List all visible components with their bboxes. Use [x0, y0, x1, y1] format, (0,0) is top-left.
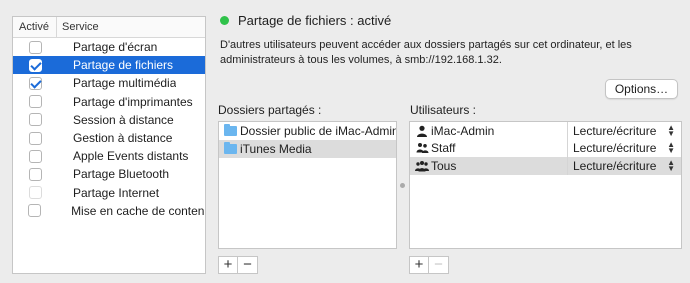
sharing-description: D'autres utilisateurs peuvent accéder au…	[220, 39, 632, 66]
services-table-header: Activé Service	[13, 17, 205, 38]
service-label: Partage Internet	[73, 185, 160, 200]
services-table: Activé Service Partage d'écran Partage de…	[12, 16, 206, 274]
services-list: Partage d'écran Partage de fichiers Partag…	[13, 38, 205, 220]
folder-icon	[224, 142, 237, 154]
service-checkbox-cell	[13, 131, 57, 145]
service-row[interactable]: Partage Bluetooth	[13, 165, 205, 183]
service-label: Gestion à distance	[73, 131, 173, 146]
permission-value: Lecture/écriture	[573, 141, 657, 156]
service-checkbox-cell	[13, 40, 57, 54]
shared-folder-label: Dossier public de iMac-Admin	[240, 124, 396, 138]
service-checkbox[interactable]	[28, 167, 42, 181]
service-row[interactable]: Partage d'écran	[13, 38, 205, 56]
add-folder-button[interactable]: +	[219, 257, 239, 273]
status-indicator	[220, 16, 229, 25]
service-label: Apple Events distants	[73, 149, 189, 164]
service-checkbox-cell	[13, 204, 55, 218]
service-checkbox[interactable]	[28, 113, 42, 127]
service-checkbox[interactable]	[28, 131, 42, 145]
everyone-icon	[415, 160, 429, 172]
user-row[interactable]: Tous Lecture/écriture ▲ ▼	[410, 157, 681, 175]
service-row[interactable]: Mise en cache de contenu	[13, 202, 205, 220]
public-folder-icon	[224, 124, 237, 136]
service-checkbox[interactable]	[28, 95, 42, 109]
shared-folder-row[interactable]: Dossier public de iMac-Admin	[219, 122, 396, 140]
service-label: Partage d'imprimantes	[73, 94, 193, 109]
service-checkbox-cell	[13, 76, 57, 90]
service-checkbox-cell	[13, 167, 57, 181]
shared-folder-row[interactable]: iTunes Media	[219, 140, 396, 158]
service-checkbox[interactable]	[27, 204, 41, 218]
permission-popup[interactable]: Lecture/écriture ▲ ▼	[568, 140, 681, 156]
permission-popup[interactable]: Lecture/écriture ▲ ▼	[568, 157, 681, 173]
user-icon	[415, 125, 429, 137]
service-checkbox[interactable]	[28, 149, 42, 163]
chevron-updown-icon: ▲ ▼	[667, 140, 675, 156]
service-checkbox-cell	[13, 58, 57, 72]
user-name: Staff	[431, 141, 456, 156]
user-row[interactable]: Staff Lecture/écriture ▲ ▼	[410, 139, 681, 157]
shared-folder-label: iTunes Media	[240, 142, 312, 156]
remove-user-button[interactable]: −	[429, 257, 448, 273]
chevron-updown-icon: ▲ ▼	[667, 122, 675, 138]
service-label: Mise en cache de contenu	[71, 203, 205, 218]
service-row[interactable]: Partage d'imprimantes	[13, 93, 205, 111]
service-checkbox[interactable]	[28, 58, 42, 72]
service-checkbox	[28, 186, 42, 200]
column-header-active[interactable]: Activé	[13, 17, 57, 37]
user-name-cell: iMac-Admin	[410, 122, 568, 140]
user-name-cell: Staff	[410, 139, 568, 157]
status-text: Partage de fichiers : activé	[238, 13, 392, 28]
service-row[interactable]: Partage Internet	[13, 184, 205, 202]
remove-folder-button[interactable]: −	[238, 257, 257, 273]
service-row[interactable]: Session à distance	[13, 111, 205, 129]
permission-popup[interactable]: Lecture/écriture ▲ ▼	[568, 122, 681, 138]
service-row[interactable]: Apple Events distants	[13, 147, 205, 165]
service-checkbox-cell	[13, 186, 57, 200]
shared-folders-label: Dossiers partagés :	[218, 103, 322, 117]
service-row[interactable]: Partage multimédia	[13, 74, 205, 92]
user-row[interactable]: iMac-Admin Lecture/écriture ▲ ▼	[410, 122, 681, 140]
chevron-updown-icon: ▲ ▼	[667, 157, 675, 173]
users-add-remove: + −	[409, 256, 449, 274]
user-name: iMac-Admin	[431, 123, 495, 138]
service-checkbox[interactable]	[28, 76, 42, 90]
service-label: Partage Bluetooth	[73, 167, 170, 182]
service-label: Partage de fichiers	[73, 58, 174, 73]
service-checkbox[interactable]	[28, 40, 42, 54]
service-row[interactable]: Partage de fichiers	[13, 56, 205, 75]
service-label: Partage d'écran	[73, 40, 158, 55]
service-label: Partage multimédia	[73, 76, 177, 91]
add-user-button[interactable]: +	[410, 257, 430, 273]
column-header-service[interactable]: Service	[57, 17, 99, 37]
users-list: iMac-Admin Lecture/écriture ▲ ▼ Staff Lecture…	[409, 121, 682, 249]
user-name: Tous	[431, 158, 457, 173]
service-checkbox-cell	[13, 113, 57, 127]
permission-value: Lecture/écriture	[573, 158, 657, 173]
options-button[interactable]: Options…	[605, 79, 678, 99]
shared-folders-list: Dossier public de iMac-Admin iTunes Media	[218, 121, 397, 249]
group-icon	[415, 142, 429, 154]
split-view-handle[interactable]	[400, 183, 405, 188]
service-label: Session à distance	[73, 112, 174, 127]
users-label: Utilisateurs :	[410, 103, 477, 117]
user-name-cell: Tous	[410, 157, 568, 175]
service-row[interactable]: Gestion à distance	[13, 129, 205, 147]
permission-value: Lecture/écriture	[573, 123, 657, 138]
service-checkbox-cell	[13, 95, 57, 109]
shared-folders-add-remove: + −	[218, 256, 258, 274]
service-checkbox-cell	[13, 149, 57, 163]
